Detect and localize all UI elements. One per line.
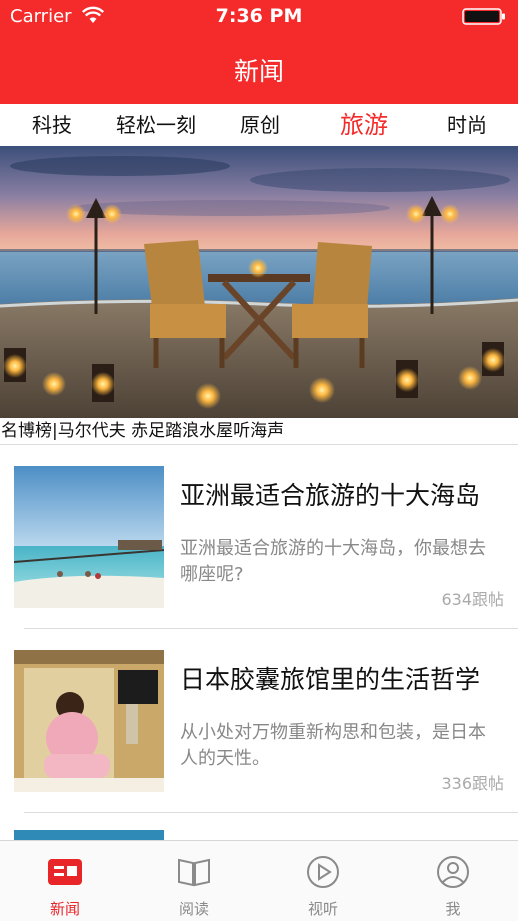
tab-fashion[interactable]: 时尚 <box>416 104 518 146</box>
news-item[interactable]: 日本胶囊旅馆里的生活哲学 从小处对万物重新构思和包装，是日本人的天性。 336跟… <box>0 636 518 812</box>
tabbar-label: 视听 <box>307 900 338 918</box>
play-icon <box>307 856 339 888</box>
divider <box>24 628 518 629</box>
hero-banner[interactable] <box>0 146 518 418</box>
page-title: 新闻 <box>233 57 284 86</box>
tabbar-reading[interactable]: 阅读 <box>129 841 259 921</box>
comment-count: 634跟帖 <box>441 590 504 609</box>
article-summary: 亚洲最适合旅游的十大海岛，你最想去哪座呢? <box>180 538 486 585</box>
status-bar: Carrier 7:36 PM <box>0 0 518 34</box>
app-header: Carrier 7:36 PM 新闻 <box>0 0 518 104</box>
tabbar-news[interactable]: 新闻 <box>0 841 130 921</box>
battery-icon <box>462 8 505 25</box>
bottom-tab-bar: 新闻 阅读 视听 我 <box>0 840 518 921</box>
tabbar-label: 阅读 <box>178 900 209 918</box>
tabbar-label: 新闻 <box>49 900 80 918</box>
hero-caption[interactable]: 名博榜|马尔代夫 赤足踏浪水屋听海声 <box>0 418 518 444</box>
divider <box>24 812 518 813</box>
news-item[interactable]: 亚洲最适合旅游的十大海岛 亚洲最适合旅游的十大海岛，你最想去哪座呢? 634跟帖 <box>0 452 518 628</box>
next-article-thumbnail <box>14 830 164 840</box>
tab-original[interactable]: 原创 <box>208 104 312 146</box>
divider <box>0 444 518 445</box>
tab-relax[interactable]: 轻松一刻 <box>104 104 208 146</box>
capsule-hotel-image <box>14 650 164 792</box>
tab-tech[interactable]: 科技 <box>0 104 104 146</box>
beach-pier-image <box>14 466 164 608</box>
tab-travel[interactable]: 旅游 <box>312 104 416 146</box>
tabbar-me[interactable]: 我 <box>388 841 518 921</box>
tabbar-label: 我 <box>445 900 461 918</box>
news-icon <box>48 859 82 885</box>
maldives-beach-dinner-image <box>0 146 518 418</box>
article-title[interactable]: 日本胶囊旅馆里的生活哲学 <box>180 660 506 696</box>
category-tabs: 科技 轻松一刻 原创 旅游 时尚 <box>0 104 518 146</box>
tabbar-media[interactable]: 视听 <box>258 841 388 921</box>
article-title[interactable]: 亚洲最适合旅游的十大海岛 <box>180 476 506 512</box>
article-summary: 从小处对万物重新构思和包装，是日本人的天性。 <box>180 722 486 769</box>
clock: 7:36 PM <box>215 5 303 27</box>
user-icon <box>437 856 469 888</box>
book-icon <box>178 858 210 887</box>
comment-count: 336跟帖 <box>441 774 504 793</box>
